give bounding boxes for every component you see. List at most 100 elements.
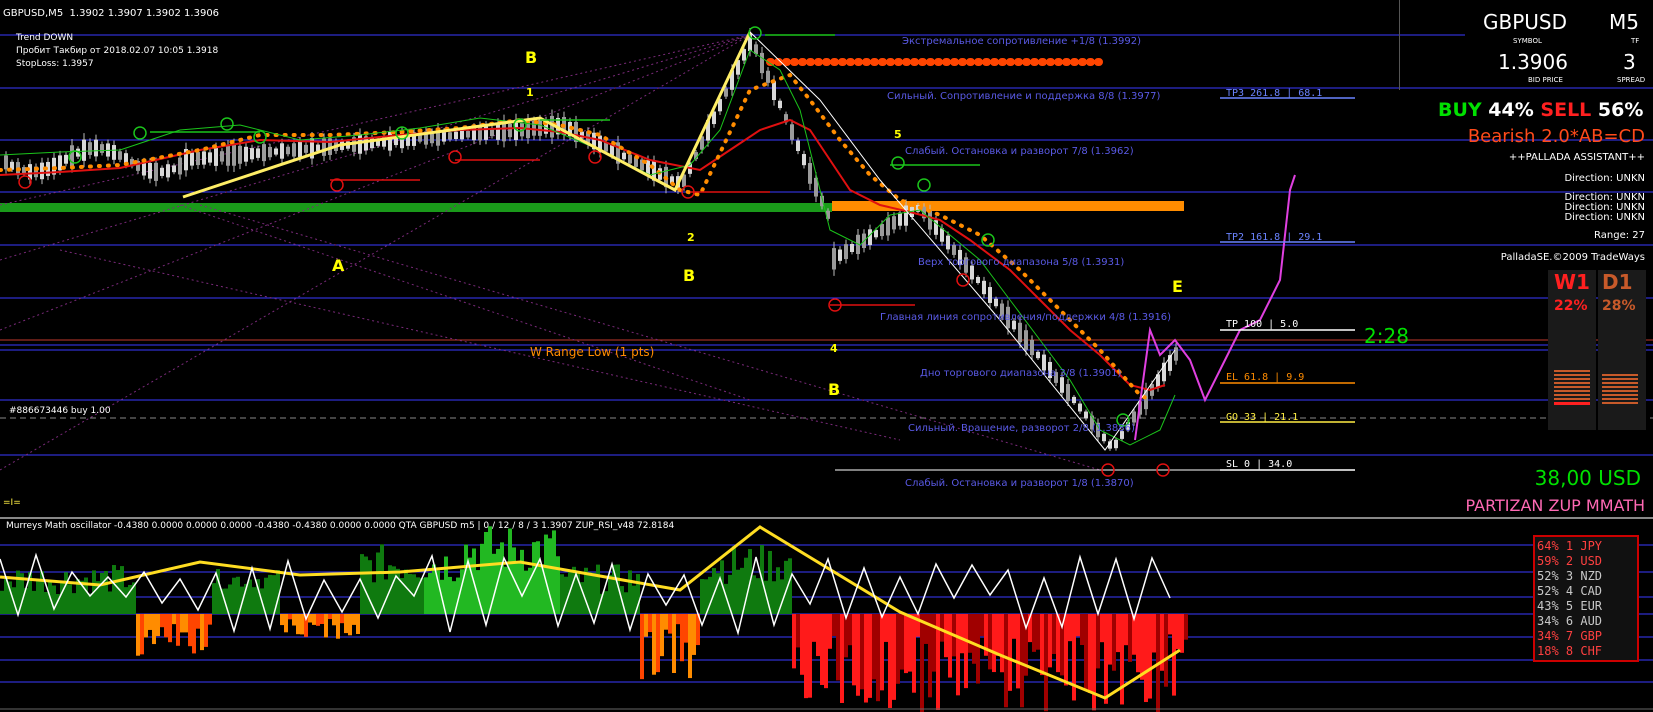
- histogram-bar: [108, 591, 112, 614]
- histogram-bar: [892, 614, 896, 700]
- histogram-bar: [152, 614, 156, 645]
- signal-circle: [18, 175, 32, 189]
- candle-body: [1060, 377, 1064, 393]
- copyright-label: PalladaSE.©2009 TradeWays: [1500, 252, 1645, 263]
- histogram-bar: [520, 549, 524, 614]
- histogram-bar: [1000, 614, 1004, 673]
- histogram-bar: [232, 577, 236, 614]
- histogram-bar: [820, 614, 824, 685]
- candle-body: [262, 144, 266, 162]
- candle-body: [832, 248, 836, 270]
- histogram-bar: [300, 614, 304, 635]
- histogram-bar: [500, 542, 504, 614]
- candle-body: [298, 141, 302, 158]
- w1-pct: 22%: [1554, 298, 1588, 314]
- histogram-bar: [72, 593, 76, 614]
- histogram-bar: [888, 614, 892, 708]
- candle-body: [988, 287, 992, 303]
- candle-body: [178, 157, 182, 175]
- candle-body: [226, 145, 230, 166]
- signal-circle: [220, 117, 234, 131]
- histogram-bar: [312, 614, 316, 625]
- profit-label: 38,00 USD: [1534, 466, 1641, 490]
- price-chart-canvas[interactable]: [0, 0, 1653, 712]
- candle-body: [808, 163, 812, 184]
- currency-row: 18% 8 CHF: [1537, 644, 1603, 658]
- signal-circle: [956, 273, 970, 287]
- oscillator-histogram: [0, 526, 1188, 712]
- histogram-bar: [328, 614, 332, 620]
- histogram-bar: [668, 614, 672, 634]
- histogram-bar: [944, 614, 948, 658]
- candle-body: [1084, 411, 1088, 419]
- histogram-bar: [632, 585, 636, 614]
- histogram-bar: [1044, 614, 1048, 712]
- histogram-bar: [100, 572, 104, 614]
- histogram-bar: [1176, 614, 1180, 650]
- histogram-bar: [812, 614, 816, 642]
- histogram-bar: [900, 614, 904, 670]
- histogram-bar: [856, 614, 860, 696]
- histogram-bar: [792, 614, 796, 669]
- histogram-bar: [1116, 614, 1120, 653]
- histogram-bar: [840, 614, 844, 703]
- histogram-bar: [836, 614, 840, 681]
- signal-circle: [253, 130, 267, 144]
- candle-body: [64, 154, 68, 164]
- currency-row: 34% 7 GBP: [1537, 629, 1603, 643]
- histogram-bar: [788, 558, 792, 614]
- histogram-bar: [340, 614, 344, 624]
- histogram-bar: [1140, 614, 1144, 680]
- histogram-bar: [1064, 614, 1068, 686]
- histogram-bar: [376, 552, 380, 614]
- zigzag-num-4: 4: [830, 342, 838, 355]
- w1-meter: [1554, 370, 1590, 404]
- candle-body: [1174, 347, 1178, 361]
- range-label: Range: 27: [1594, 230, 1645, 241]
- bar-timer: 2:28: [1364, 324, 1409, 348]
- w-range-label: W Range Low (1 pts): [530, 345, 655, 359]
- currency-row: 43% 5 EUR: [1537, 599, 1603, 613]
- candle-body: [496, 123, 500, 140]
- histogram-bar: [1164, 614, 1168, 687]
- histogram-bar: [164, 614, 168, 638]
- histogram-bar: [1020, 614, 1024, 708]
- candle-body: [268, 146, 272, 158]
- sell-pct: 56%: [1597, 99, 1644, 121]
- histogram-bar: [444, 556, 448, 614]
- trend-label: Trend DOWN: [16, 33, 74, 43]
- candle-body: [478, 125, 482, 141]
- histogram-bar: [348, 614, 352, 636]
- histogram-bar: [1004, 614, 1008, 708]
- zigzag-label-b2: B: [525, 48, 538, 67]
- histogram-bar: [1084, 614, 1088, 690]
- histogram-bar: [1184, 614, 1188, 640]
- histogram-bar: [168, 614, 172, 643]
- histogram-bar: [424, 577, 428, 614]
- histogram-bar: [1100, 614, 1104, 643]
- order-label[interactable]: #886673446 buy 1.00: [9, 406, 111, 416]
- histogram-bar: [992, 614, 996, 673]
- candle-body: [142, 161, 146, 176]
- histogram-bar: [864, 614, 868, 703]
- histogram-bar: [448, 576, 452, 614]
- histogram-bar: [700, 579, 704, 614]
- candle-body: [1072, 396, 1076, 404]
- chart-header: GBPUSD,M5 1.3902 1.3907 1.3902 1.3906: [3, 8, 219, 19]
- histogram-bar: [288, 614, 292, 620]
- histogram-bar: [800, 614, 804, 675]
- histogram-bar: [604, 591, 608, 614]
- buy-label: BUY: [1438, 99, 1482, 121]
- zigzag-label-e: E: [1172, 277, 1183, 296]
- currency-row: 59% 2 USD: [1537, 554, 1603, 568]
- target-go: GO 33 | 21.1: [1226, 412, 1299, 423]
- histogram-bar: [904, 614, 908, 674]
- signal-circle: [133, 126, 147, 140]
- murrey-level-lines: [0, 34, 1653, 456]
- histogram-bar: [1036, 614, 1040, 650]
- level-label-5-8: Верх торгового диапазона 5/8 (1.3931): [918, 257, 1125, 268]
- candle-body: [880, 223, 884, 237]
- histogram-bar: [236, 576, 240, 614]
- candle-body: [982, 280, 986, 295]
- histogram-bar: [344, 614, 348, 634]
